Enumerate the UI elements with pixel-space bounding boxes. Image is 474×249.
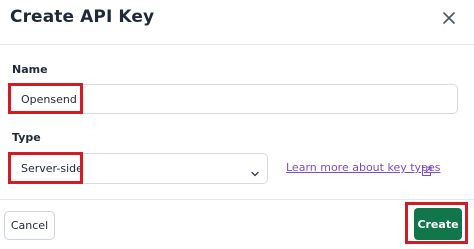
type-select-value: Server-side xyxy=(21,162,83,175)
header-divider xyxy=(0,44,474,45)
external-link-icon[interactable] xyxy=(421,162,432,177)
cancel-button[interactable]: Cancel xyxy=(4,211,55,240)
create-api-key-dialog: Create API Key Name Type Server-side Lea… xyxy=(0,0,474,249)
name-label: Name xyxy=(12,63,48,76)
create-button[interactable]: Create xyxy=(414,208,462,240)
close-icon[interactable] xyxy=(441,10,457,26)
learn-more-link[interactable]: Learn more about key types xyxy=(286,161,441,174)
name-input[interactable] xyxy=(9,85,457,113)
dialog-title: Create API Key xyxy=(10,7,155,27)
chevron-down-icon xyxy=(250,164,260,177)
type-select[interactable]: Server-side xyxy=(8,153,268,184)
type-label: Type xyxy=(12,131,41,144)
footer-divider xyxy=(0,199,474,200)
name-field[interactable] xyxy=(8,84,458,114)
